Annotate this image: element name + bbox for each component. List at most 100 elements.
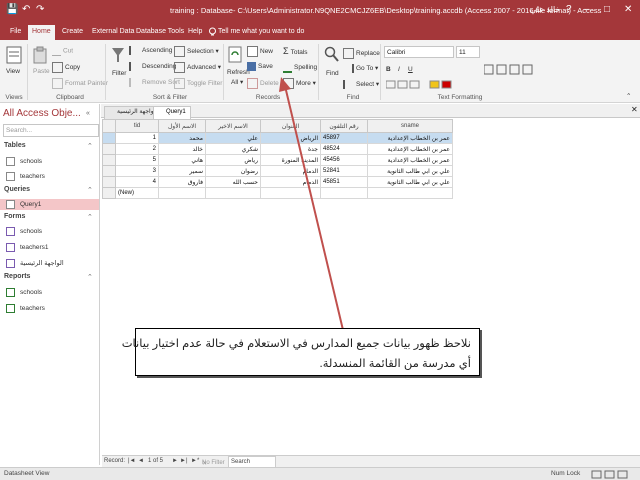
italic-button[interactable]: I [398, 66, 400, 73]
current-record-field[interactable]: 1 of 5 [148, 458, 163, 464]
column-header-sname[interactable]: sname [367, 119, 453, 133]
cell-tid[interactable]: 3 [115, 165, 159, 177]
save-icon[interactable]: 💾 [6, 4, 18, 15]
font-size-select[interactable]: 11 [456, 46, 480, 58]
find-button[interactable]: Find [326, 70, 339, 77]
toggle-filter-button[interactable]: Toggle Filter [174, 78, 222, 89]
cell-sname[interactable]: عمر بن الخطاب الإعدادية [367, 132, 453, 144]
chevron-up-icon[interactable]: ⌃ [87, 273, 93, 281]
more-button[interactable]: More ▾ [283, 78, 316, 89]
cut-button[interactable]: Cut [52, 46, 73, 56]
table-row[interactable]: 5 هاني رياض المدينة المنورة 45456 عمر بن… [102, 154, 453, 166]
column-header-phone[interactable]: رقم التلفون [320, 119, 368, 133]
nav-item-schools-form[interactable]: schools [6, 227, 42, 236]
underline-button[interactable]: U [408, 66, 413, 73]
table-row[interactable]: 2 خالد شكري جدة 48524 عمر بن الخطاب الإع… [102, 143, 453, 155]
close-tab-icon[interactable]: ✕ [631, 105, 638, 114]
cell-sname[interactable]: علي بن ابي طالب الثانوية [367, 176, 453, 188]
cell-tid[interactable]: 1 [115, 132, 159, 144]
tab-database-tools[interactable]: Database Tools [132, 25, 188, 40]
help-icon[interactable]: ? [566, 4, 572, 15]
font-name-select[interactable]: Calibri [384, 46, 454, 58]
tab-home[interactable]: Home [28, 25, 55, 40]
filter-button[interactable]: Filter [112, 70, 126, 77]
cell-empty[interactable] [158, 187, 206, 199]
new-record-nav-button[interactable]: ►* [191, 458, 199, 464]
nav-section-reports[interactable]: Reports [4, 273, 30, 280]
view-switcher[interactable] [590, 470, 638, 479]
nav-header[interactable]: All Access Obje... [3, 108, 81, 119]
chevron-up-icon[interactable]: ⌃ [87, 186, 93, 194]
nav-collapse-icon[interactable]: « [86, 110, 90, 117]
row-selector[interactable] [102, 143, 116, 155]
new-record-button[interactable]: New [247, 46, 273, 57]
nav-item-query1[interactable]: Query1 [0, 199, 99, 210]
remove-sort-button[interactable]: Remove Sort [129, 78, 180, 87]
row-selector[interactable] [102, 165, 116, 177]
cell-last-name[interactable]: حسب الله [205, 176, 261, 188]
cell-sname[interactable]: علي بن ابي طالب الثانوية [367, 165, 453, 177]
cell-first-name[interactable]: محمد [158, 132, 206, 144]
row-selector[interactable] [102, 187, 116, 199]
cell-new-record[interactable]: (New) [115, 187, 159, 199]
cell-last-name[interactable]: علي [205, 132, 261, 144]
row-selector[interactable] [102, 176, 116, 188]
nav-item-teachers-table[interactable]: teachers [6, 172, 45, 181]
table-row[interactable]: 1 محمد علي الرياض 45897 عمر بن الخطاب ال… [102, 132, 453, 144]
cell-phone[interactable]: 52841 [320, 165, 368, 177]
doc-tab-query1[interactable]: Query1 [153, 106, 191, 119]
nav-section-tables[interactable]: Tables [4, 142, 26, 149]
undo-icon[interactable]: ↶ [22, 4, 30, 15]
cell-last-name[interactable]: شكري [205, 143, 261, 155]
cell-first-name[interactable]: هاني [158, 154, 206, 166]
align-tools[interactable] [386, 80, 506, 90]
cell-sname[interactable]: عمر بن الخطاب الإعدادية [367, 154, 453, 166]
prev-record-button[interactable]: ◄ [138, 458, 144, 464]
nav-section-queries[interactable]: Queries [4, 186, 30, 193]
tab-external-data[interactable]: External Data [88, 25, 138, 40]
cell-tid[interactable]: 2 [115, 143, 159, 155]
cell-address[interactable]: المدينة المنورة [260, 154, 321, 166]
nav-section-forms[interactable]: Forms [4, 213, 25, 220]
cell-last-name[interactable]: رضوان [205, 165, 261, 177]
goto-button[interactable]: Go To ▾ [343, 64, 378, 73]
row-selector[interactable] [102, 132, 116, 144]
cell-tid[interactable]: 4 [115, 176, 159, 188]
cell-address[interactable]: جدة [260, 143, 321, 155]
format-painter-button[interactable]: Format Painter [52, 78, 108, 89]
text-format-tools[interactable] [484, 64, 544, 76]
column-header-address[interactable]: العنوان [260, 119, 321, 133]
save-record-button[interactable]: Save [247, 62, 273, 71]
ascending-button[interactable]: Ascending [129, 46, 172, 55]
next-record-button[interactable]: ► [172, 458, 178, 464]
delete-record-button[interactable]: Delete ▾ [247, 78, 284, 89]
cell-empty[interactable] [320, 187, 368, 199]
cell-empty[interactable] [260, 187, 321, 199]
advanced-button[interactable]: Advanced ▾ [174, 62, 221, 73]
close-button[interactable]: ✕ [624, 4, 632, 15]
nav-item-main-form[interactable]: الواجهة الرئيسية [6, 259, 64, 268]
nav-item-schools-report[interactable]: schools [6, 288, 42, 297]
nav-search-input[interactable]: Search... [3, 124, 99, 137]
cell-address[interactable]: الدمام [260, 176, 321, 188]
redo-icon[interactable]: ↷ [36, 4, 44, 15]
column-header-last-name[interactable]: الاسم الاخير [205, 119, 261, 133]
paste-button[interactable]: Paste [33, 68, 50, 75]
chevron-up-icon[interactable]: ⌃ [87, 213, 93, 221]
cell-last-name[interactable]: رياض [205, 154, 261, 166]
restore-button[interactable]: □ [604, 4, 610, 15]
table-row[interactable]: 3 سمير رضوان الدمام 52841 علي بن ابي طال… [102, 165, 453, 177]
row-selector[interactable] [102, 154, 116, 166]
copy-button[interactable]: Copy [52, 62, 80, 73]
collapse-ribbon-icon[interactable]: ⌃ [626, 92, 631, 100]
tab-file[interactable]: File [6, 25, 25, 40]
spelling-button[interactable]: Spelling [283, 62, 317, 73]
last-record-button[interactable]: ►| [180, 458, 188, 464]
descending-button[interactable]: Descending [129, 62, 176, 71]
tab-create[interactable]: Create [58, 25, 87, 40]
cell-phone[interactable]: 45851 [320, 176, 368, 188]
new-record-row[interactable]: (New) [102, 187, 453, 199]
cell-first-name[interactable]: خالد [158, 143, 206, 155]
nav-item-teachers1-form[interactable]: teachers1 [6, 243, 49, 252]
cell-address[interactable]: الرياض [260, 132, 321, 144]
